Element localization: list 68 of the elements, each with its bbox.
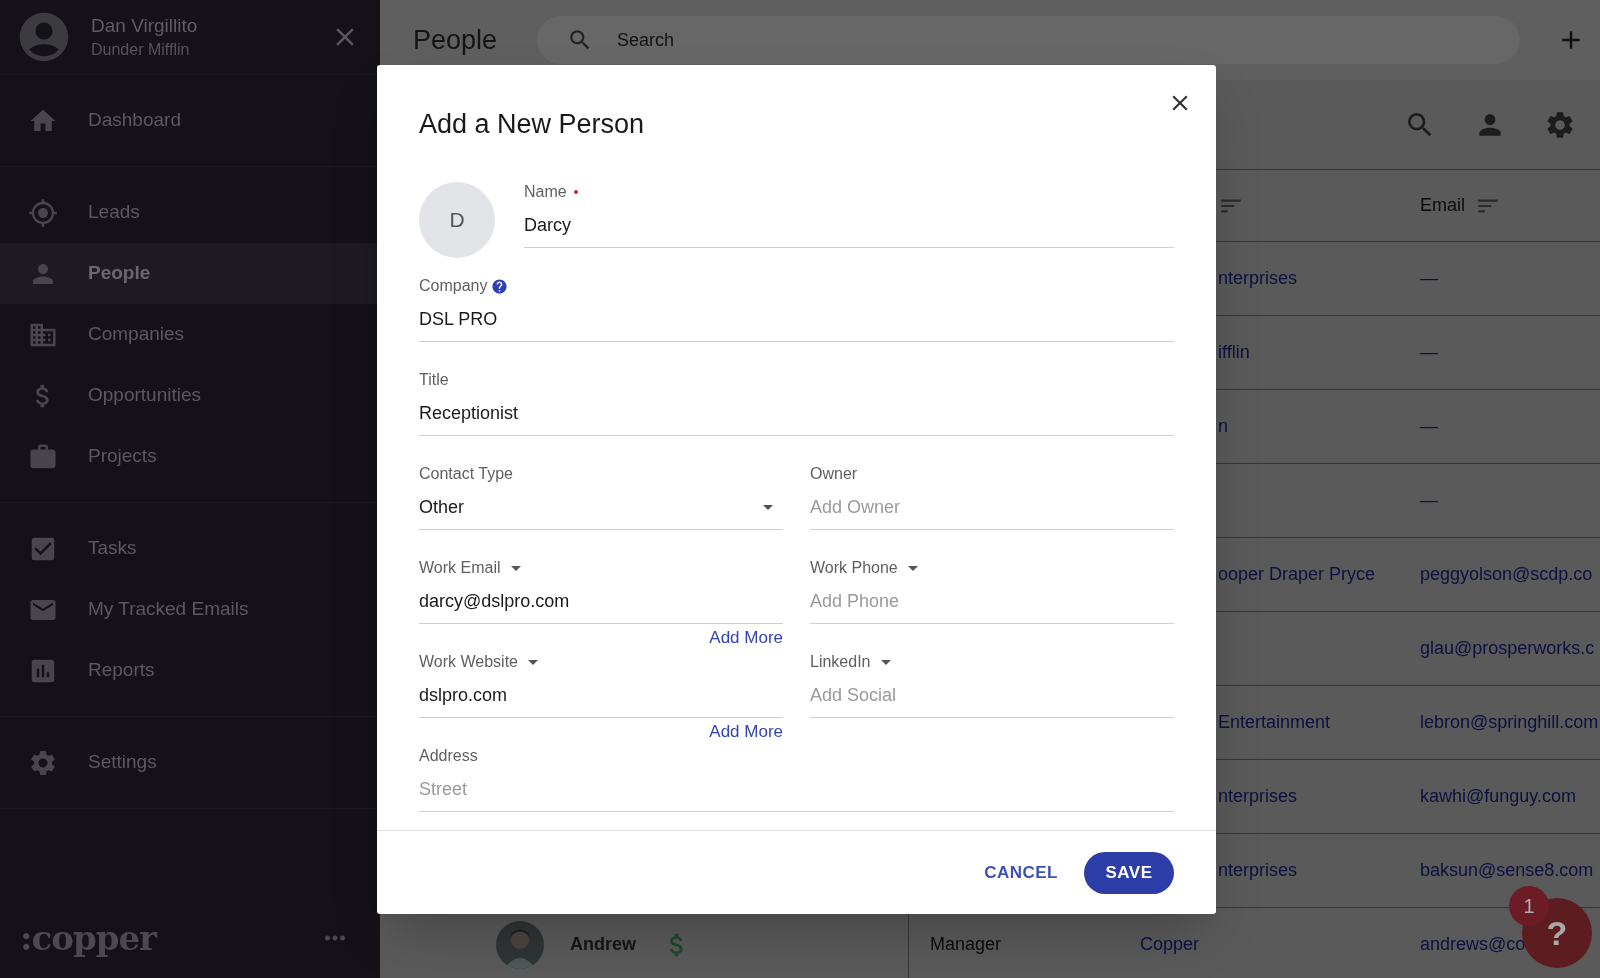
table-cell: Manager bbox=[930, 934, 1002, 954]
dialog-title: Add a New Person bbox=[419, 109, 645, 139]
email-link[interactable]: peggyolson@scdp.co bbox=[1420, 564, 1593, 584]
company-link[interactable]: nterprises bbox=[1218, 268, 1298, 288]
user-company: Dunder Mifflin bbox=[91, 40, 191, 60]
save-button[interactable]: SAVE bbox=[1084, 851, 1174, 894]
field-label: Address bbox=[419, 746, 478, 766]
email-link[interactable]: — bbox=[1420, 490, 1438, 510]
text-field[interactable]: Receptionist bbox=[419, 392, 1174, 436]
nav-item[interactable]: Projects bbox=[0, 426, 380, 487]
field-label: Owner bbox=[810, 464, 858, 484]
caret-icon[interactable] bbox=[880, 659, 891, 665]
page-title: People bbox=[413, 23, 499, 57]
nav-item[interactable]: Tasks bbox=[0, 518, 380, 579]
company-link[interactable]: Entertainment bbox=[1218, 712, 1331, 732]
nav-item[interactable]: Opportunities bbox=[0, 365, 380, 426]
caret-icon[interactable] bbox=[510, 565, 521, 571]
text-field[interactable]: dslpro.com bbox=[419, 674, 783, 718]
logo: :copper bbox=[20, 916, 157, 960]
email-link[interactable]: lebron@springhill.com bbox=[1420, 712, 1599, 732]
avatar: D bbox=[419, 182, 495, 258]
email-link[interactable]: — bbox=[1420, 268, 1438, 288]
email-link[interactable]: — bbox=[1420, 416, 1438, 436]
nav-item[interactable]: My Tracked Emails bbox=[0, 579, 380, 640]
target-icon bbox=[28, 197, 58, 228]
field-label: Title bbox=[419, 370, 449, 390]
company-link[interactable]: ooper Draper Pryce bbox=[1218, 564, 1376, 584]
text-field[interactable]: DSL PRO bbox=[419, 298, 1174, 342]
text-field[interactable]: Darcy bbox=[524, 204, 1174, 248]
nav-item[interactable]: People bbox=[0, 243, 380, 304]
caret-icon[interactable] bbox=[528, 659, 538, 665]
caret-icon[interactable] bbox=[907, 565, 918, 571]
field-label: Company bbox=[419, 276, 488, 296]
text-field[interactable]: darcy@dslpro.com bbox=[419, 580, 783, 624]
text-field[interactable]: Add Phone bbox=[810, 580, 1174, 624]
user-name: Dan Virgillito bbox=[91, 14, 199, 38]
field-label: LinkedIn bbox=[810, 652, 871, 672]
email-link[interactable]: baksun@sense8.com bbox=[1420, 860, 1594, 880]
add-more-link[interactable]: Add More bbox=[709, 625, 783, 651]
cancel-button[interactable]: CANCEL bbox=[980, 851, 1062, 894]
table-cell-text: Andrew bbox=[570, 933, 636, 956]
help-icon[interactable] bbox=[491, 277, 509, 295]
field-label: Name bbox=[524, 182, 567, 202]
field-label: Work Phone bbox=[810, 558, 898, 578]
company-link[interactable]: nterprises bbox=[1218, 860, 1298, 880]
search-field[interactable]: Search bbox=[537, 16, 1520, 64]
email-link[interactable]: kawhi@funguy.com bbox=[1420, 786, 1576, 806]
nav-item[interactable]: Reports bbox=[0, 640, 380, 701]
company-link[interactable]: ifflin bbox=[1218, 342, 1250, 362]
email-link[interactable]: glau@prosperworks.c bbox=[1420, 638, 1595, 658]
text-field[interactable]: Add Owner bbox=[810, 486, 1174, 530]
email-link[interactable]: — bbox=[1420, 342, 1438, 362]
nav-item[interactable]: Leads bbox=[0, 182, 380, 243]
company-link[interactable]: n bbox=[1218, 416, 1228, 436]
add-more-link[interactable]: Add More bbox=[709, 719, 783, 745]
text-field[interactable]: Street bbox=[419, 768, 1174, 812]
company-link[interactable]: Copper bbox=[1140, 934, 1200, 954]
text-field[interactable]: Add Social bbox=[810, 674, 1174, 718]
caret-icon[interactable] bbox=[763, 505, 773, 510]
nav-item[interactable]: Settings bbox=[0, 732, 380, 793]
field-label: Work Website bbox=[419, 652, 518, 672]
column-header[interactable]: Email bbox=[1420, 192, 1465, 219]
field-label: Work Email bbox=[419, 558, 501, 578]
select-field[interactable]: Other bbox=[419, 486, 783, 530]
nav-item[interactable]: Dashboard bbox=[0, 90, 380, 151]
field-label: Contact Type bbox=[419, 464, 513, 484]
company-link[interactable]: nterprises bbox=[1218, 786, 1298, 806]
nav-item[interactable]: Companies bbox=[0, 304, 380, 365]
